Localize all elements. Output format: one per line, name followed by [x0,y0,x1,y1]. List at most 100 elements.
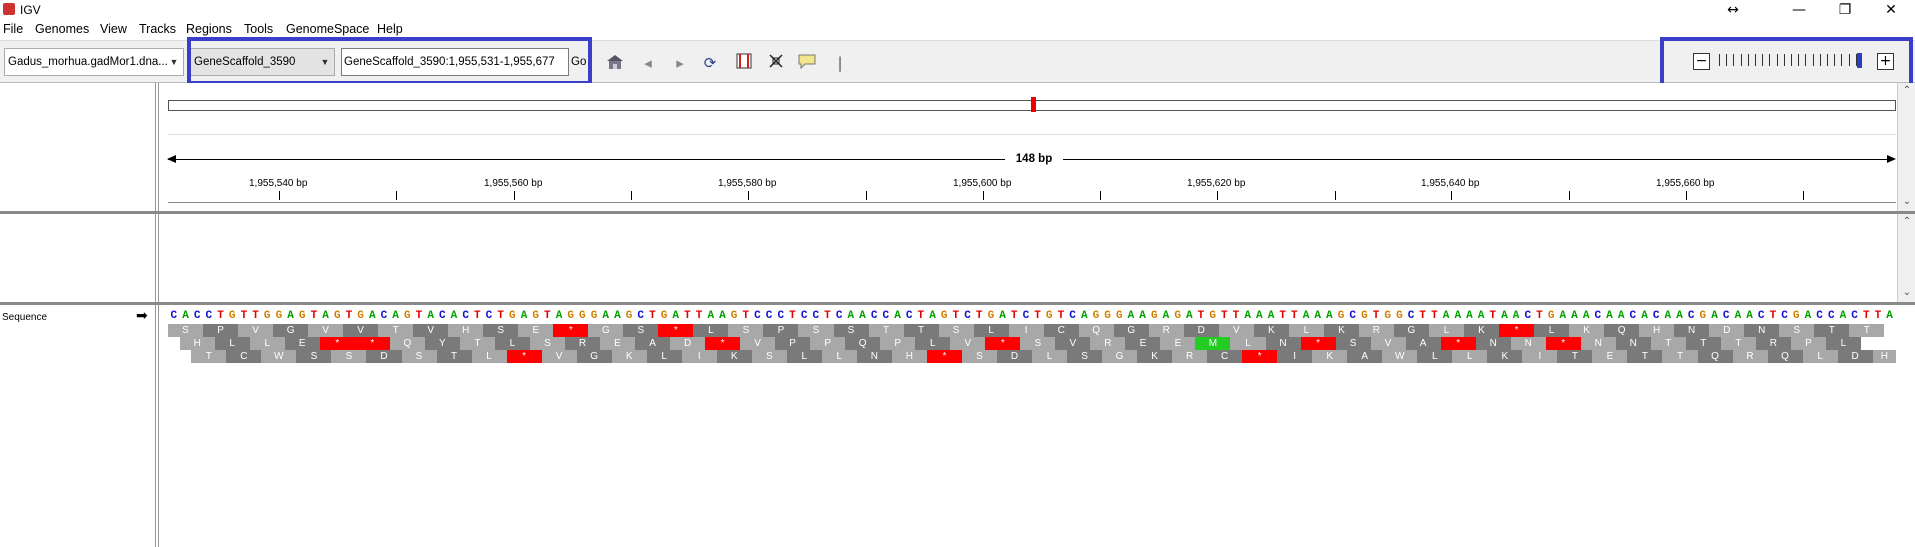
amino-acid: * [1499,324,1535,337]
amino-acid: K [1137,350,1173,363]
amino-acid: L [1802,350,1838,363]
amino-acid: N [856,350,892,363]
amino-acid: S [623,324,659,337]
ruler-tick [866,191,867,200]
menu-genomespace[interactable]: GenomeSpace [286,22,369,36]
base: G [1699,310,1707,322]
amino-acid: T [1720,337,1756,350]
base: A [1571,310,1578,322]
close-button[interactable]: ✕ [1868,0,1914,20]
base: A [1804,310,1812,322]
base: G [1115,310,1123,322]
amino-acid: V [1055,337,1091,350]
home-icon[interactable] [605,53,625,73]
base: C [1687,310,1695,322]
amino-acid: L [821,350,857,363]
ruler-scrollbar[interactable]: ⌃ ⌄ [1897,83,1915,211]
minimize-button[interactable]: — [1776,0,1822,20]
base: A [1746,310,1753,322]
amino-acid: L [1417,350,1453,363]
panel-divider[interactable] [0,302,1915,305]
amino-acid: T [1650,337,1686,350]
back-arrow-icon[interactable]: ◂ [638,53,658,73]
amino-acid: S [1779,324,1815,337]
base: G [333,310,341,322]
igv-app-icon [3,3,15,15]
scroll-down-icon[interactable]: ⌄ [1900,287,1914,298]
menu-tracks[interactable]: Tracks [139,22,176,36]
base: C [765,310,773,322]
base: T [1291,310,1298,322]
strand-arrow-icon[interactable]: ➡ [136,308,148,324]
amino-acid: P [775,337,811,350]
base: G [730,310,738,322]
base: A [368,310,376,322]
resize-to-window-icon[interactable] [766,53,786,73]
menu-view[interactable]: View [100,22,127,36]
base: C [905,310,913,322]
amino-acid: V [740,337,776,350]
base: G [532,310,539,322]
base: T [497,310,504,322]
base: T [1419,310,1427,322]
sequence-track-name[interactable]: Sequence [2,312,47,323]
amino-acid: D [1183,324,1219,337]
menu-genomes[interactable]: Genomes [35,22,89,36]
menu-file[interactable]: File [3,22,23,36]
base: A [929,310,936,322]
amino-acid: Q [1604,324,1640,337]
title-bar: IGV ↔ — ❐ ✕ [0,0,1915,20]
amino-acid: N [1615,337,1651,350]
base: G [1104,310,1111,322]
amino-acid: G [1393,324,1429,337]
amino-acid: L [494,337,530,350]
base: G [1045,310,1053,322]
base: A [719,310,726,322]
scroll-down-icon[interactable]: ⌄ [1900,196,1914,207]
base: G [579,310,586,322]
scroll-up-icon[interactable]: ⌃ [1900,216,1914,227]
amino-acid: C [1043,324,1079,337]
restore-button[interactable]: ❐ [1822,0,1868,20]
base: A [1185,310,1193,322]
base: G [275,310,283,322]
ruler-baseline [168,202,1896,203]
menu-regions[interactable]: Regions [186,22,232,36]
amino-acid: S [833,324,869,337]
base: T [952,310,960,322]
ruler-tick-label: 1,955,560 bp [484,178,543,189]
amino-acid: H [1872,350,1896,363]
base: T [695,310,703,322]
amino-acid: Y [424,337,460,350]
base: A [450,310,458,322]
panel-divider[interactable] [0,211,1915,214]
menu-help[interactable]: Help [377,22,403,36]
base: A [1617,310,1625,322]
ruler-tick-label: 1,955,540 bp [249,178,308,189]
data-scrollbar[interactable]: ⌃ ⌄ [1897,214,1915,302]
resize-icon[interactable]: ↔ [1710,0,1756,20]
amino-acid: * [319,337,355,350]
region-of-interest-icon[interactable] [734,53,754,73]
amino-acid: G [1113,324,1149,337]
zoom-highlight-box [1660,37,1913,88]
base: A [1267,310,1275,322]
refresh-icon[interactable]: ⟳ [700,53,720,73]
base: A [392,310,399,322]
base: A [859,310,866,322]
amino-acid: V [541,350,577,363]
base: C [1757,310,1765,322]
base: A [1442,310,1450,322]
amino-acid: V [238,324,274,337]
forward-arrow-icon[interactable]: ▸ [670,53,690,73]
base: A [894,310,901,322]
amino-acid: M [1195,337,1231,350]
base: C [380,310,388,322]
scroll-up-icon[interactable]: ⌃ [1900,85,1914,96]
genome-dropdown[interactable]: Gadus_morhua.gadMor1.dna... ▼ [4,48,184,76]
amino-acid: L [1288,324,1324,337]
popup-info-icon[interactable] [797,53,817,73]
ruler-tick-label: 1,955,640 bp [1421,178,1480,189]
base: C [1629,310,1637,322]
menu-tools[interactable]: Tools [244,22,273,36]
